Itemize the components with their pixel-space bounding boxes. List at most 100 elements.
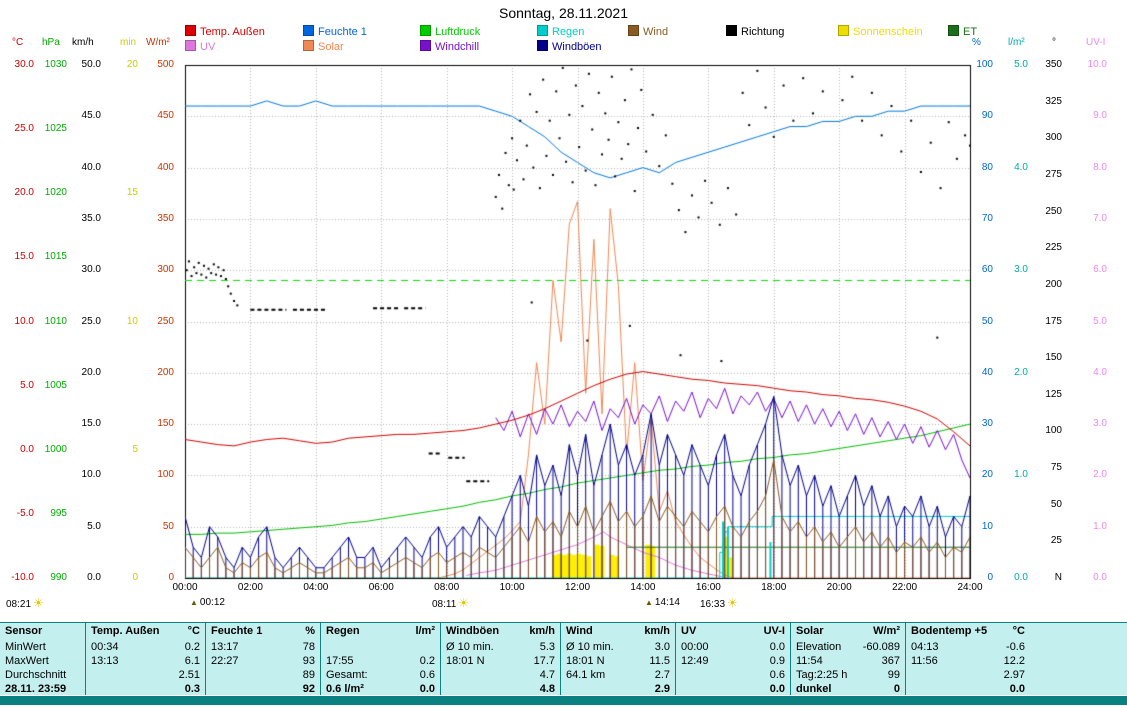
table-cell: 0.0 (906, 682, 1127, 695)
table-cell: Elevation-60.089 (791, 640, 905, 654)
table-header-solar: SolarW/m² (791, 623, 905, 640)
table-cell: 4.7 (441, 668, 560, 682)
cell-value: 11.5 (649, 654, 670, 668)
cell-value: 89 (303, 668, 315, 682)
cell-label: dunkel (796, 682, 831, 695)
x-axis-tick: 16:00 (686, 583, 730, 593)
table-bottom-strip (0, 696, 1127, 705)
cell-label: 18:01 N (566, 654, 605, 668)
cell-value: 0.0 (770, 682, 785, 695)
cell-value: 4.8 (540, 682, 555, 695)
cell-value: 0.2 (420, 654, 435, 668)
table-column-temp-au-en: Temp. Außen°C00:340.213:136.12.510.3 (85, 623, 205, 695)
column-title: Temp. Außen (91, 624, 159, 640)
x-axis-tick: 08:00 (425, 583, 469, 593)
row-label: 28.11. 23:59 (5, 682, 66, 695)
marker-time: 16:33 (700, 599, 725, 610)
cell-label: Ø 10 min. (566, 640, 614, 654)
column-unit: l/m² (415, 624, 435, 640)
cell-label: 04:13 (911, 640, 939, 654)
table-row-label: Durchschnitt (0, 668, 85, 682)
table-header-windb-en: Windböenkm/h (441, 623, 560, 640)
sun-icon: ☀ (33, 596, 44, 610)
cell-label: Elevation (796, 640, 841, 654)
cell-value: 4.7 (540, 668, 555, 682)
cell-value: 2.97 (1004, 668, 1025, 682)
table-cell (321, 640, 440, 654)
table-cell: Gesamt:0.6 (321, 668, 440, 682)
sun-icon: ☀ (458, 596, 469, 610)
table-column-sensor: SensorMinWertMaxWertDurchschnitt28.11. 2… (0, 623, 85, 695)
cell-value: 5.3 (540, 640, 555, 654)
rise-set-triangle-icon: ▲ (190, 598, 198, 607)
row-label: MaxWert (5, 654, 49, 668)
table-cell: 0.6 (676, 668, 790, 682)
x-axis-tick: 22:00 (883, 583, 927, 593)
table-cell: 2.97 (906, 668, 1127, 682)
sun-icon: ☀ (727, 596, 738, 610)
column-title: Regen (326, 624, 360, 640)
table-header-sensor: Sensor (0, 623, 85, 640)
table-cell: 22:2793 (206, 654, 320, 668)
cell-value: 0.0 (1010, 682, 1025, 695)
summary-table: SensorMinWertMaxWertDurchschnitt28.11. 2… (0, 622, 1127, 695)
table-column-bodentemp-5: Bodentemp +5°C04:13-0.611:5612.22.970.0 (905, 623, 1127, 695)
table-cell: 0.6 l/m²0.0 (321, 682, 440, 695)
x-axis-tick: 20:00 (817, 583, 861, 593)
cell-value: 0.0 (770, 640, 785, 654)
x-axis-tick: 00:00 (163, 583, 207, 593)
table-column-uv: UVUV-I00:000.012:490.90.60.0 (675, 623, 790, 695)
cell-label: 11:56 (911, 654, 938, 668)
table-cell: 13:1778 (206, 640, 320, 654)
marker-time: 08:11 (432, 599, 456, 610)
cell-label: 00:34 (91, 640, 119, 654)
cell-value: 99 (888, 668, 900, 682)
cell-value: 0.0 (420, 682, 435, 695)
table-header-feuchte-1: Feuchte 1% (206, 623, 320, 640)
cell-label: 64.1 km (566, 668, 605, 682)
x-axis-tick: 14:00 (621, 583, 665, 593)
table-header-temp-au-en: Temp. Außen °C (86, 623, 205, 640)
table-column-solar: SolarW/m²Elevation-60.08911:54367Tag:2:2… (790, 623, 905, 695)
cell-value: 0.3 (185, 682, 200, 695)
table-cell: 0.0 (676, 682, 790, 695)
column-title: UV (681, 624, 696, 640)
marker-16-33: 16:33☀ (700, 597, 738, 611)
column-unit: °C (188, 624, 200, 640)
column-title: Feuchte 1 (211, 624, 262, 640)
marker-00-12: ▲00:12 (190, 597, 225, 609)
x-axis-tick: 18:00 (752, 583, 796, 593)
rise-set-triangle-icon: ▲ (645, 598, 653, 607)
table-row-label: 28.11. 23:59 (0, 682, 85, 695)
table-header-wind: Windkm/h (561, 623, 675, 640)
cell-label: 13:13 (91, 654, 119, 668)
column-title: Wind (566, 624, 593, 640)
cell-value: 6.1 (185, 654, 200, 668)
cell-value: 17.7 (534, 654, 555, 668)
table-cell: 18:01 N17.7 (441, 654, 560, 668)
table-header-regen: Regen l/m² (321, 623, 440, 640)
cell-value: 2.9 (655, 682, 670, 695)
marker-08-11: 08:11☀ (432, 597, 469, 611)
table-cell: Ø 10 min. 3.0 (561, 640, 675, 654)
cell-value: -0.6 (1006, 640, 1025, 654)
cell-label: 12:49 (681, 654, 709, 668)
x-axis-tick: 10:00 (490, 583, 534, 593)
chart-canvas (0, 0, 1127, 620)
table-cell: 89 (206, 668, 320, 682)
cell-value: 367 (882, 654, 900, 668)
cell-value: 0.2 (185, 640, 200, 654)
column-title: Bodentemp +5 (911, 624, 987, 640)
table-row-label: MinWert (0, 640, 85, 654)
table-cell: 64.1 km2.7 (561, 668, 675, 682)
cell-label: 11:54 (796, 654, 823, 668)
table-cell: 2.9 (561, 682, 675, 695)
x-axis-tick: 12:00 (556, 583, 600, 593)
table-column-feuchte-1: Feuchte 1%13:177822:27938992 (205, 623, 320, 695)
cell-value: 3.0 (655, 640, 670, 654)
marker-14-14: ▲14:14 (645, 597, 680, 609)
cell-label: 00:00 (681, 640, 709, 654)
table-cell: 0.3 (86, 682, 205, 695)
table-cell: 11:5612.2 (906, 654, 1127, 668)
cell-label: 22:27 (211, 654, 239, 668)
